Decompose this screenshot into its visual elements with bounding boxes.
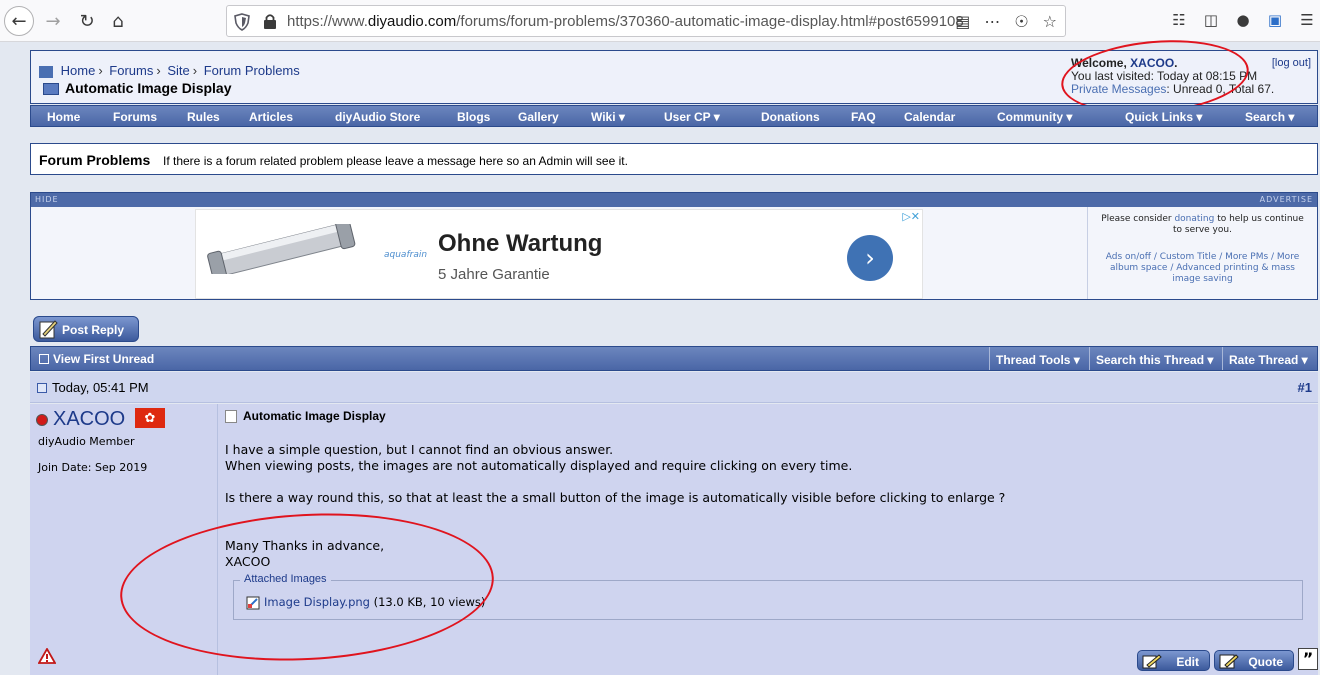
quote-button[interactable]: Quote [1214, 650, 1294, 671]
nav-rules[interactable]: Rules [187, 110, 220, 124]
chevron-right-icon[interactable]: › [847, 235, 893, 281]
lock-icon[interactable] [263, 13, 277, 30]
pencil-paper-icon [39, 320, 58, 339]
breadcrumb-site[interactable]: Site [167, 63, 189, 78]
donate-notice: Please consider donating to help us cont… [1087, 207, 1317, 299]
donate-options: Ads on/off / Custom Title / More PMs / M… [1105, 252, 1300, 284]
edit-icon [1142, 654, 1162, 669]
extension-icon[interactable]: ● [1234, 11, 1252, 29]
search-thread-menu[interactable]: Search this Thread ▾ [1089, 347, 1222, 370]
checkbox-icon [39, 354, 49, 364]
view-first-unread-link[interactable]: View First Unread [39, 352, 154, 366]
hong-kong-flag-icon: ✿ [135, 408, 165, 428]
menu-icon[interactable]: ☰ [1298, 11, 1316, 29]
library-icon[interactable]: ☷ [1170, 11, 1188, 29]
product-image [207, 224, 356, 274]
bookmark-star-icon[interactable]: ☆ [1043, 12, 1057, 31]
color-extension-icon[interactable]: ▣ [1266, 11, 1284, 29]
forum-description: If there is a forum related problem plea… [163, 154, 628, 168]
edit-button[interactable]: Edit [1137, 650, 1210, 671]
join-date: Join Date: Sep 2019 [38, 461, 148, 474]
hide-ad-link[interactable]: HIDE [35, 195, 59, 204]
user-title: diyAudio Member [38, 435, 135, 448]
folder-icon [43, 83, 59, 96]
rate-thread-menu[interactable]: Rate Thread ▾ [1222, 347, 1318, 370]
breadcrumb-forums[interactable]: Forums [109, 63, 153, 78]
ad-subline: 5 Jahre Garantie [438, 266, 550, 283]
quote-icon [1219, 654, 1239, 669]
nav-wiki[interactable]: Wiki ▾ [591, 110, 625, 124]
nav-search[interactable]: Search ▾ [1245, 110, 1294, 124]
browser-toolbar: ← → ↻ ⌂ https://www.diyaudio.com/forums/… [0, 0, 1320, 42]
document-icon [225, 410, 237, 424]
post-title: Automatic Image Display [225, 409, 386, 424]
breadcrumb-forum-problems[interactable]: Forum Problems [204, 63, 300, 78]
post-date: Today, 05:41 PM [52, 380, 149, 395]
url-text[interactable]: https://www.diyaudio.com/forums/forum-pr… [287, 13, 964, 30]
post-status-icon [37, 383, 47, 393]
ad-banner[interactable]: aquafrain Ohne Wartung 5 Jahre Garantie … [195, 209, 923, 299]
nav-blogs[interactable]: Blogs [457, 110, 490, 124]
report-warning-icon[interactable] [38, 648, 56, 664]
breadcrumb: Home › Forums › Site › Forum Problems [39, 63, 300, 78]
shield-icon[interactable] [234, 13, 250, 31]
sidebar-icon[interactable]: ◫ [1202, 11, 1220, 29]
forum-name: Forum Problems [39, 152, 151, 168]
nav-calendar[interactable]: Calendar [904, 110, 955, 124]
nav-gallery[interactable]: Gallery [518, 110, 559, 124]
nav-articles[interactable]: Articles [249, 110, 293, 124]
home-icon [39, 65, 53, 78]
nav-forums[interactable]: Forums [113, 110, 157, 124]
home-button[interactable]: ⌂ [103, 6, 133, 36]
nav-faq[interactable]: FAQ [851, 110, 876, 124]
nav-store[interactable]: diyAudio Store [335, 110, 420, 124]
page-header: Home › Forums › Site › Forum Problems Autom… [30, 32, 1318, 122]
forward-button[interactable]: → [38, 6, 68, 36]
ad-brand: aquafrain [384, 250, 428, 260]
main-navbar: Home Forums Rules Articles diyAudio Stor… [30, 105, 1318, 127]
nav-community[interactable]: Community ▾ [997, 110, 1072, 124]
logout-link[interactable]: [log out] [1272, 57, 1311, 70]
post-header: Today, 05:41 PM #1 [30, 372, 1318, 403]
page-title: Automatic Image Display [43, 80, 232, 96]
ad-close-icon[interactable]: ▷✕ [902, 210, 920, 223]
address-bar[interactable]: https://www.diyaudio.com/forums/forum-pr… [226, 5, 1066, 37]
back-button[interactable]: ← [4, 6, 34, 36]
breadcrumb-home[interactable]: Home [61, 63, 96, 78]
ad-panel: HIDE ADVERTISE aquafrain Ohne Wartung 5 … [30, 192, 1318, 300]
nav-user-cp[interactable]: User CP ▾ [664, 110, 720, 124]
forum-page: Home › Forums › Site › Forum Problems Autom… [0, 32, 1320, 675]
forum-info: Forum Problems If there is a forum relat… [30, 143, 1318, 175]
author-link[interactable]: XACOO [53, 408, 125, 430]
multi-quote-icon[interactable]: ” [1298, 648, 1318, 670]
reload-button[interactable]: ↻ [72, 6, 102, 36]
more-actions-icon[interactable]: ⋯ [984, 12, 1000, 31]
donating-link[interactable]: donating [1174, 214, 1214, 224]
reader-view-icon[interactable]: ▤ [955, 12, 970, 31]
nav-donations[interactable]: Donations [761, 110, 820, 124]
ad-headline: Ohne Wartung [438, 230, 603, 257]
post-permalink[interactable]: #1 [1298, 380, 1312, 395]
online-status-icon [36, 413, 48, 426]
thread-toolbar: View First Unread Thread Tools ▾ Search … [30, 346, 1318, 371]
nav-home[interactable]: Home [47, 110, 80, 124]
advertise-link[interactable]: ADVERTISE [1260, 195, 1313, 204]
post-reply-button[interactable]: Post Reply [33, 316, 139, 342]
thread-tools-menu[interactable]: Thread Tools ▾ [989, 347, 1089, 370]
pocket-icon[interactable]: ☉ [1014, 12, 1028, 31]
nav-quick-links[interactable]: Quick Links ▾ [1125, 110, 1202, 124]
